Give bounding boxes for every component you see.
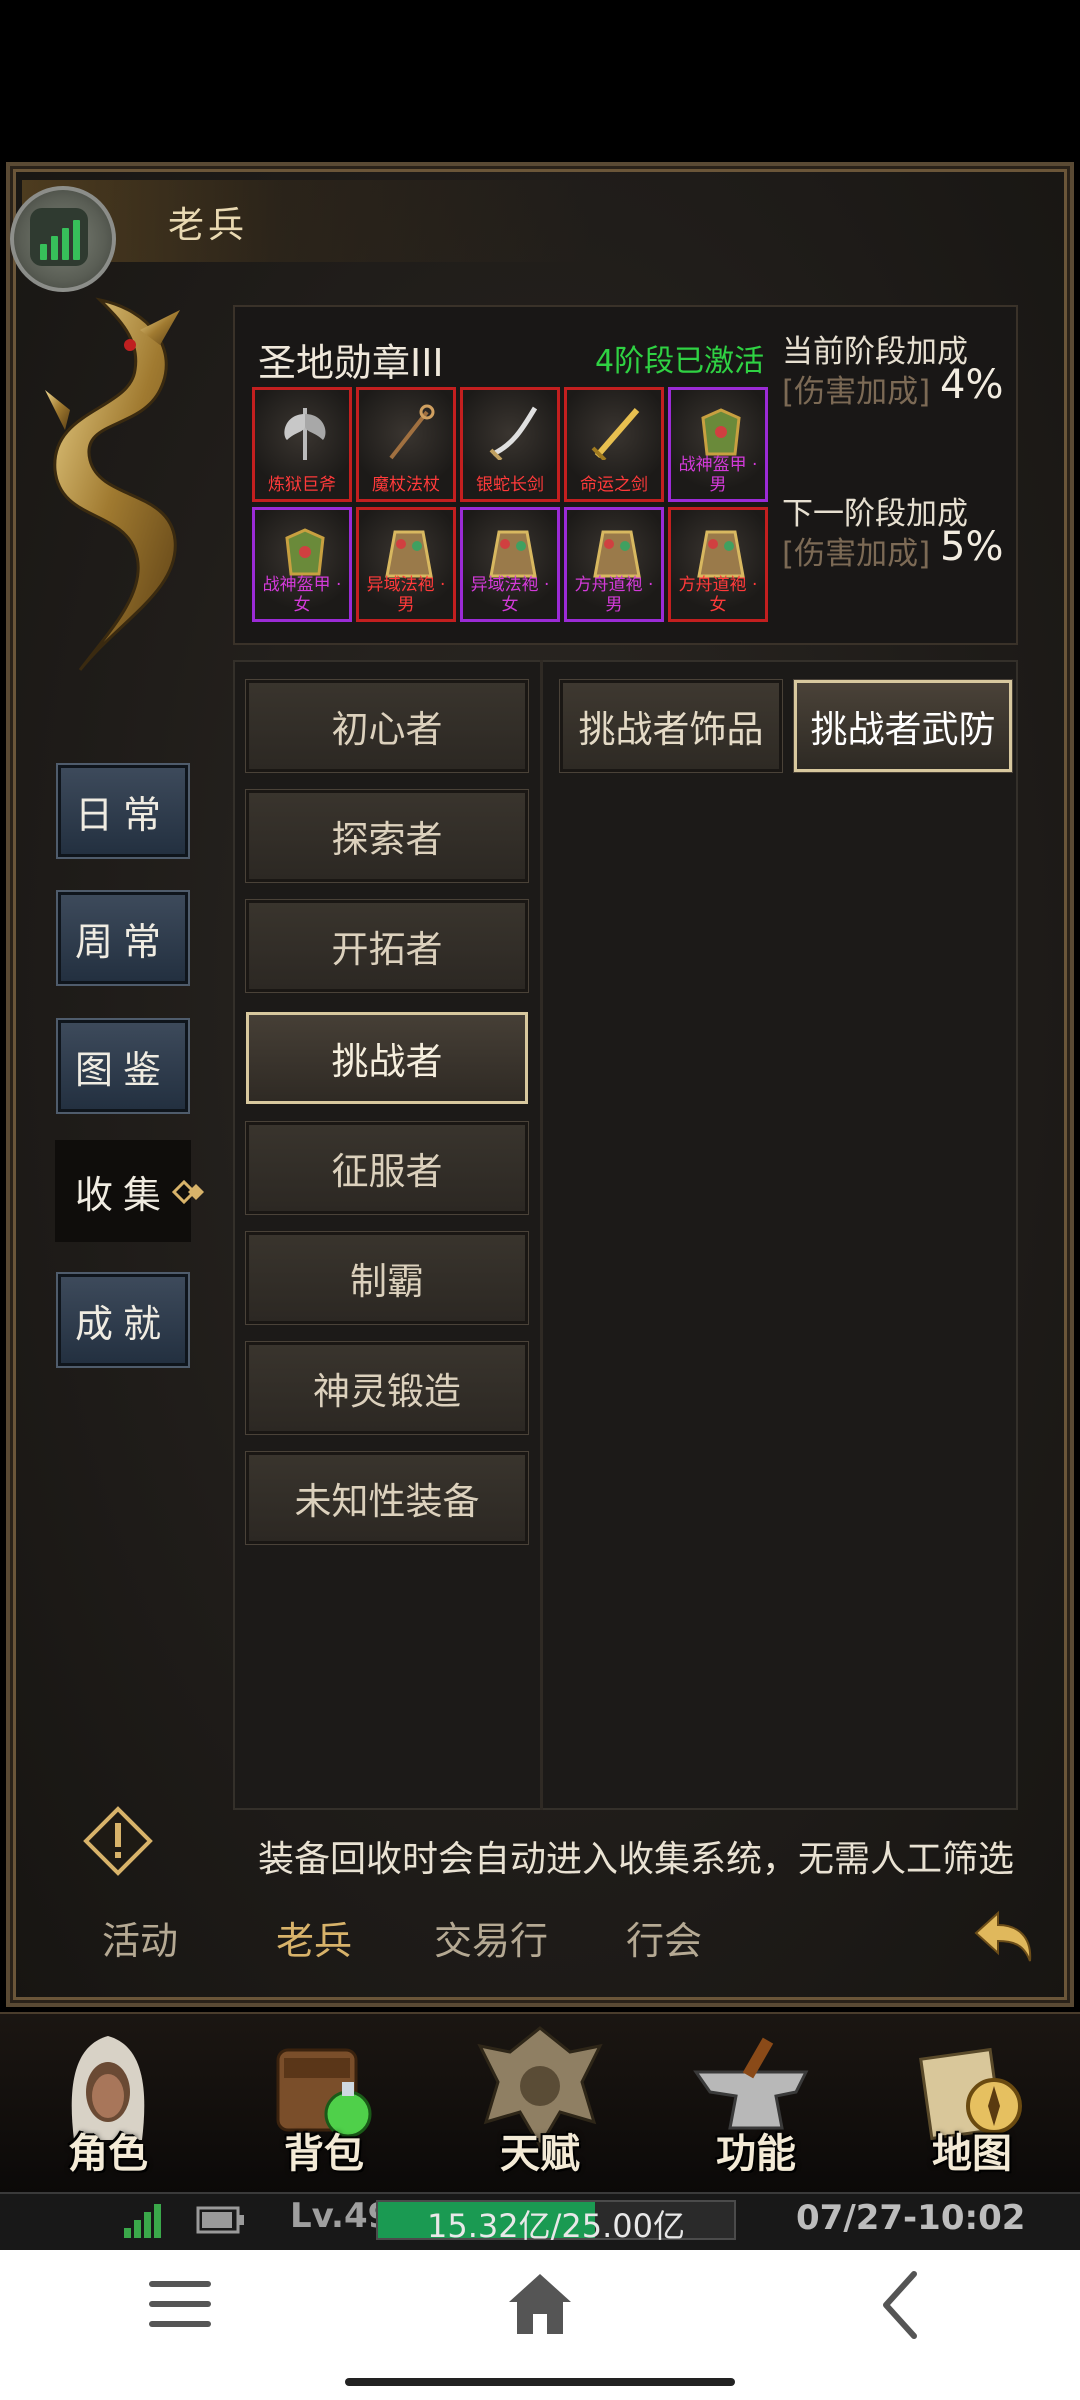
back-nav-icon[interactable] xyxy=(878,2270,922,2340)
medal-item-label: 银蛇长剑 xyxy=(476,475,544,495)
robe-icon xyxy=(697,530,745,578)
side-menu-achievement[interactable]: 成就 xyxy=(58,1274,188,1366)
tier-dominator[interactable]: 制霸 xyxy=(246,1232,528,1324)
tier-explorer[interactable]: 探索者 xyxy=(246,790,528,882)
window-title: 老兵 xyxy=(168,205,249,246)
cellular-signal-icon xyxy=(124,2204,161,2238)
medal-item-slot[interactable]: 炼狱巨斧 xyxy=(252,387,352,502)
medal-item-slot[interactable]: 异域法袍 · 男 xyxy=(356,507,456,622)
tab-trading[interactable]: 交易行 xyxy=(434,1910,548,1965)
tier-conqueror[interactable]: 征服者 xyxy=(246,1122,528,1214)
active-indicator-icon xyxy=(171,1179,204,1205)
gold-sword-icon xyxy=(591,408,640,460)
robe-icon xyxy=(489,530,537,578)
robe-icon xyxy=(385,530,433,578)
medal-item-label: 方舟道袍 · 男 xyxy=(574,575,654,615)
medal-name: 圣地勋章III xyxy=(258,341,444,385)
medal-item-slot[interactable]: 战神盔甲 · 男 xyxy=(668,387,768,502)
dragon-ornament-icon xyxy=(45,297,180,671)
tier-pioneer[interactable]: 开拓者 xyxy=(246,900,528,992)
subtab-accessories[interactable]: 挑战者饰品 xyxy=(560,680,782,772)
next-bonus-value: 5% xyxy=(940,524,1004,570)
medal-item-slot[interactable]: 魔杖法杖 xyxy=(356,387,456,502)
medal-item-slot[interactable]: 异域法袍 · 女 xyxy=(460,507,560,622)
medal-item-slot[interactable]: 命运之剑 xyxy=(564,387,664,502)
tier-divine-forge[interactable]: 神灵锻造 xyxy=(246,1342,528,1434)
armor-icon xyxy=(701,408,741,456)
back-arrow-icon[interactable] xyxy=(968,1905,1038,1975)
axe-icon xyxy=(284,408,326,460)
medal-activation-status: 4阶段已激活 xyxy=(595,344,765,379)
signal-bars-icon xyxy=(30,208,88,266)
dock-backpack[interactable]: 背包 xyxy=(224,2022,424,2187)
dock-functions[interactable]: 功能 xyxy=(656,2022,856,2187)
medal-item-slot[interactable]: 银蛇长剑 xyxy=(460,387,560,502)
medal-item-label: 炼狱巨斧 xyxy=(268,475,336,495)
robe-icon xyxy=(593,530,641,578)
hint-text: 装备回收时会自动进入收集系统，无需人工筛选 xyxy=(258,1839,1015,1880)
medal-item-label: 异域法袍 · 男 xyxy=(366,575,446,615)
subtab-weapons-armor[interactable]: 挑战者武防 xyxy=(794,680,1012,772)
armor-icon xyxy=(285,528,325,576)
tier-challenger[interactable]: 挑战者 xyxy=(246,1012,528,1104)
medal-item-slot[interactable]: 方舟道袍 · 男 xyxy=(564,507,664,622)
next-bonus-type: [伤害加成] xyxy=(782,536,931,572)
battery-icon xyxy=(196,2206,244,2234)
tier-beginner[interactable]: 初心者 xyxy=(246,680,528,772)
side-menu-codex[interactable]: 图鉴 xyxy=(58,1020,188,1112)
medal-item-slot[interactable]: 战神盔甲 · 女 xyxy=(252,507,352,622)
current-bonus-type: [伤害加成] xyxy=(782,374,931,410)
side-menu-daily[interactable]: 日常 xyxy=(58,765,188,857)
medal-item-label: 异域法袍 · 女 xyxy=(470,575,550,615)
dock-talent[interactable]: 天赋 xyxy=(440,2022,640,2187)
staff-icon xyxy=(389,404,435,460)
tab-veteran[interactable]: 老兵 xyxy=(276,1910,352,1965)
medal-item-slot[interactable]: 方舟道袍 · 女 xyxy=(668,507,768,622)
tab-guild[interactable]: 行会 xyxy=(626,1910,702,1965)
warning-icon xyxy=(83,1806,153,1876)
tab-activity[interactable]: 活动 xyxy=(102,1910,178,1965)
gesture-bar xyxy=(345,2378,735,2386)
medal-item-label: 战神盔甲 · 女 xyxy=(262,575,342,615)
medal-item-label: 战神盔甲 · 男 xyxy=(678,455,758,495)
tier-unknown-gear[interactable]: 未知性装备 xyxy=(246,1452,528,1544)
date-time: 07/27-10:02 xyxy=(796,2198,1026,2238)
exp-progress-text: 15.32亿/25.00亿 xyxy=(426,2207,685,2245)
menu-icon[interactable] xyxy=(145,2275,215,2335)
medal-item-label: 魔杖法杖 xyxy=(372,475,440,495)
medal-item-label: 命运之剑 xyxy=(580,475,648,495)
medal-item-label: 方舟道袍 · 女 xyxy=(678,575,758,615)
home-icon[interactable] xyxy=(505,2270,575,2338)
current-bonus-value: 4% xyxy=(940,362,1004,408)
dock-map[interactable]: 地图 xyxy=(872,2022,1072,2187)
tier-divider xyxy=(540,660,543,1810)
side-menu-weekly[interactable]: 周常 xyxy=(58,892,188,984)
dock-character[interactable]: 角色 xyxy=(8,2022,208,2187)
curved-sword-icon xyxy=(489,406,538,460)
